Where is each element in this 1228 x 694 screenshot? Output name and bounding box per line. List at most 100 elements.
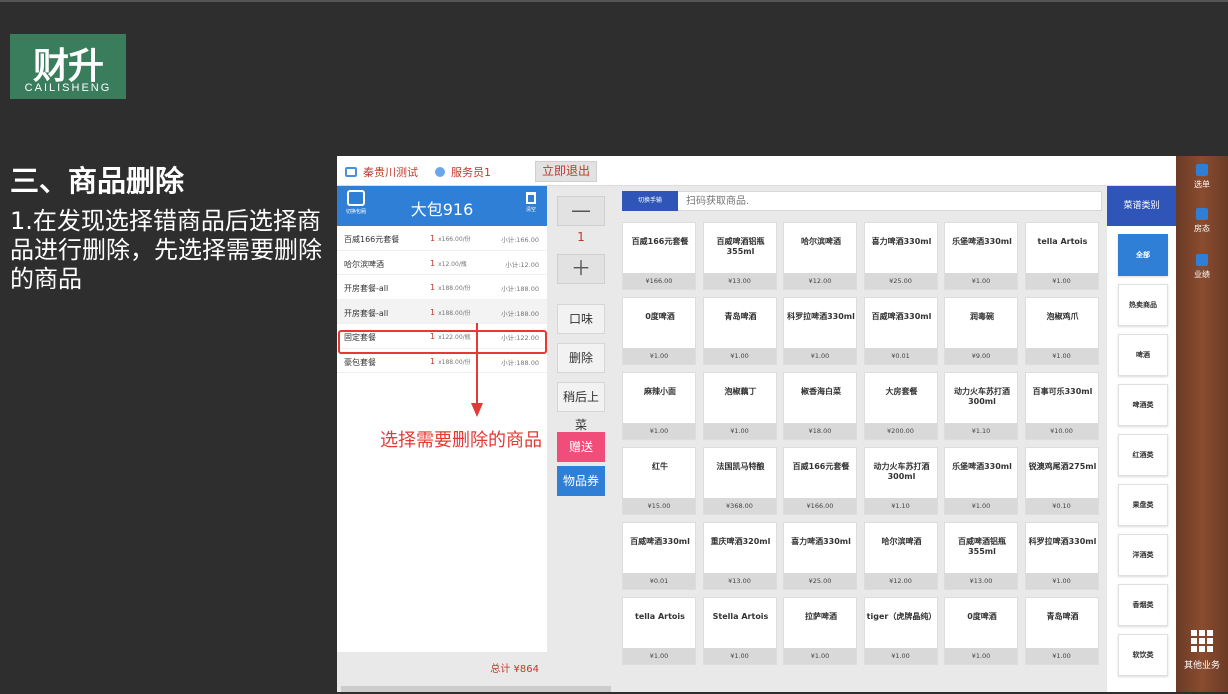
category-item[interactable]: 啤酒类 (1118, 384, 1168, 426)
product-name: 0度啤酒 (645, 312, 675, 321)
product-card[interactable]: 哈尔滨啤酒 ¥12.00 (863, 522, 938, 590)
category-item[interactable]: 红酒类 (1118, 434, 1168, 476)
product-card[interactable]: 0度啤酒 ¥1.00 (622, 297, 696, 365)
other-business-button[interactable]: 其他业务 (1176, 630, 1228, 671)
delete-button[interactable]: 删除 (557, 343, 605, 373)
order-item-row[interactable]: 开房套餐-all 1 x188.00/份 小计:188.00 (337, 275, 547, 300)
product-card[interactable]: 喜力啤酒330ml ¥25.00 (783, 522, 857, 590)
search-input[interactable] (682, 191, 1102, 211)
product-card[interactable]: 0度啤酒 ¥1.00 (944, 597, 1018, 665)
product-card[interactable]: 红牛 ¥15.00 (622, 447, 696, 515)
product-card[interactable]: 百威啤酒铝瓶355ml ¥13.00 (944, 522, 1018, 590)
category-item[interactable]: 啤酒 (1118, 334, 1168, 376)
category-item[interactable]: 洋酒类 (1118, 534, 1168, 576)
grid-icon (1191, 630, 1213, 652)
switch-input-button[interactable]: 切换手输 (622, 191, 678, 211)
product-price: ¥166.00 (623, 273, 695, 289)
product-card[interactable]: 科罗拉啤酒330ml ¥1.00 (1024, 522, 1099, 590)
taste-button[interactable]: 口味 (557, 304, 605, 334)
order-panel: 切换包厢 大包916 清空 百威166元套餐 1 x166.00/份 小计:166.0… (337, 186, 611, 692)
sidebar-item-order[interactable]: 选单 (1176, 164, 1228, 190)
product-name: 百威166元套餐 (631, 237, 689, 246)
product-card[interactable]: 泡椒藕丁 ¥1.00 (702, 372, 777, 440)
order-item-row[interactable]: 哈尔滨啤酒 1 x12.00/瓶 小计:12.00 (337, 251, 547, 275)
product-price: ¥1.00 (1025, 273, 1098, 289)
category-item[interactable]: 软饮类 (1118, 634, 1168, 676)
product-card[interactable]: 百事可乐330ml ¥10.00 (1024, 372, 1099, 440)
product-price: ¥1.00 (945, 648, 1017, 664)
product-card[interactable]: 哈尔滨啤酒 ¥12.00 (783, 222, 857, 290)
product-name: 喜力啤酒330ml (871, 237, 932, 246)
product-name: 乐堡啤酒330ml (952, 462, 1012, 471)
product-card[interactable]: 润毒碗 ¥9.00 (944, 297, 1018, 365)
increase-qty-button[interactable]: ＋ (557, 254, 605, 284)
product-card[interactable]: 重庆啤酒320ml ¥13.00 (702, 522, 777, 590)
annotation-text: 选择需要删除的商品 (380, 430, 542, 451)
category-item[interactable]: 果盘类 (1118, 484, 1168, 526)
order-item-row[interactable]: 开房套餐-all 1 x188.00/份 小计:188.00 (337, 299, 547, 324)
product-price: ¥12.00 (864, 573, 937, 589)
logout-button[interactable]: 立即退出 (535, 161, 597, 182)
product-card[interactable]: 法国凯马特酿 ¥368.00 (702, 447, 777, 515)
product-price: ¥368.00 (703, 498, 776, 514)
product-card[interactable]: 乐堡啤酒330ml ¥1.00 (944, 222, 1018, 290)
product-card[interactable]: 泡椒鸡爪 ¥1.00 (1024, 297, 1099, 365)
product-price: ¥13.00 (703, 573, 776, 589)
right-sidebar: 选单 房态 业绩 (1176, 156, 1228, 692)
product-card[interactable]: 锐澳鸡尾酒275ml ¥0.10 (1024, 447, 1099, 515)
product-name: 法国凯马特酿 (716, 462, 765, 471)
category-item[interactable]: 热卖商品 (1118, 284, 1168, 326)
product-card[interactable]: tiger（虎牌晶纯） ¥1.00 (863, 597, 938, 665)
voucher-button[interactable]: 物品券 (557, 466, 605, 496)
sidebar-item-room-status[interactable]: 房态 (1176, 208, 1228, 234)
product-card[interactable]: 百威166元套餐 ¥166.00 (622, 222, 696, 290)
product-card[interactable]: 麻辣小面 ¥1.00 (622, 372, 696, 440)
category-item[interactable]: 香烟类 (1118, 584, 1168, 626)
submit-order-button[interactable]: 落单 (341, 686, 611, 692)
product-price: ¥12.00 (784, 273, 856, 289)
product-card[interactable]: tella Artois ¥1.00 (1024, 222, 1099, 290)
order-item-row[interactable]: 百威166元套餐 1 x166.00/份 小计:166.00 (337, 226, 547, 251)
product-card[interactable]: 椒香海白菜 ¥18.00 (783, 372, 857, 440)
product-card[interactable]: 大房套餐 ¥200.00 (863, 372, 938, 440)
serve-later-button[interactable]: 稍后上菜 (557, 382, 605, 432)
product-card[interactable]: 百威啤酒330ml ¥0.01 (863, 297, 938, 365)
product-card[interactable]: 青岛啤酒 ¥1.00 (702, 297, 777, 365)
product-card[interactable]: 拉萨啤酒 ¥1.00 (783, 597, 857, 665)
product-card[interactable]: 百威啤酒330ml ¥0.01 (622, 522, 696, 590)
store-icon (345, 167, 357, 177)
category-item[interactable]: 全部 (1118, 234, 1168, 276)
category-header: 菜谱类别 (1107, 186, 1176, 226)
product-card[interactable]: tella Artois ¥1.00 (622, 597, 696, 665)
product-card[interactable]: 科罗拉啤酒330ml ¥1.00 (783, 297, 857, 365)
waiter-label: 服务员1 (435, 164, 491, 180)
sidebar-item-performance[interactable]: 业绩 (1176, 254, 1228, 280)
clear-order-button[interactable]: 清空 (521, 192, 541, 213)
product-card[interactable]: 青岛啤酒 ¥1.00 (1024, 597, 1099, 665)
order-item-name: 豪包套餐 (344, 357, 376, 367)
decrease-qty-button[interactable]: — (557, 196, 605, 226)
order-item-name: 哈尔滨啤酒 (344, 259, 384, 269)
pos-app-window: 秦贵川测试 服务员1 立即退出 切换包厢 大包916 清空 百威166元套餐 1 x… (337, 156, 1176, 692)
order-item-unit: x166.00/份 (438, 236, 471, 243)
gift-button[interactable]: 赠送 (557, 432, 605, 462)
product-price: ¥1.00 (945, 498, 1017, 514)
product-name: 百威啤酒330ml (871, 312, 932, 321)
product-card[interactable]: 喜力啤酒330ml ¥25.00 (863, 222, 938, 290)
product-name: 润毒碗 (970, 312, 994, 321)
product-price: ¥10.00 (1025, 423, 1098, 439)
product-card[interactable]: 百威啤酒铝瓶355ml ¥13.00 (702, 222, 777, 290)
product-card[interactable]: 百威166元套餐 ¥166.00 (783, 447, 857, 515)
table-name: 大包916 (410, 200, 474, 219)
product-name: 椒香海白菜 (801, 387, 841, 396)
top-divider (0, 0, 1228, 2)
product-card[interactable]: 动力火车苏打酒300ml ¥1.10 (944, 372, 1018, 440)
order-item-name: 开房套餐-all (344, 284, 389, 293)
product-price: ¥1.00 (703, 348, 776, 364)
order-item-qty: 1 x188.00/份 (430, 283, 471, 292)
product-card[interactable]: 动力火车苏打酒300ml ¥1.10 (863, 447, 938, 515)
product-card[interactable]: 乐堡啤酒330ml ¥1.00 (944, 447, 1018, 515)
product-price: ¥1.00 (703, 423, 776, 439)
product-card[interactable]: Stella Artois ¥1.00 (702, 597, 777, 665)
product-price: ¥1.00 (784, 648, 856, 664)
